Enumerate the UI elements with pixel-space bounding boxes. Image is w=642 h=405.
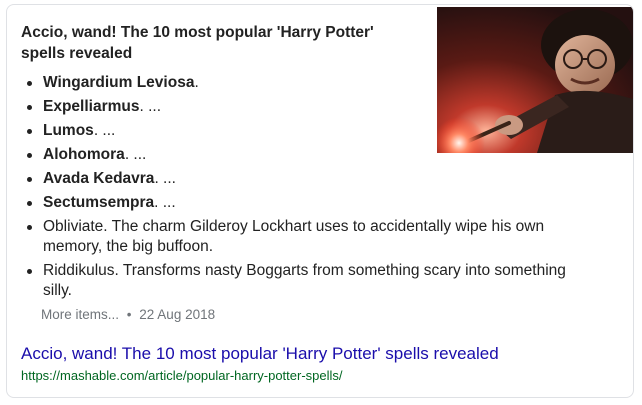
spell-list: Wingardium Leviosa. Expelliarmus. ... Lu… [21,73,581,305]
spell-description: Obliviate. The charm Gilderoy Lockhart u… [43,218,545,255]
result-url[interactable]: https://mashable.com/article/popular-har… [21,367,343,385]
bullet-icon [27,153,32,158]
list-item: Obliviate. The charm Gilderoy Lockhart u… [21,217,581,257]
snippet-date: 22 Aug 2018 [139,307,216,322]
bullet-icon [27,225,32,230]
more-items-link[interactable]: More items... [41,307,119,322]
bullet-icon [27,269,32,274]
spell-suffix: . ... [154,170,176,187]
separator-dot: • [126,307,132,322]
bullet-icon [27,201,32,206]
featured-snippet-card: Accio, wand! The 10 most popular 'Harry … [6,4,634,398]
spell-suffix: . ... [154,194,176,211]
spell-suffix: . ... [124,146,147,163]
spell-name: Expelliarmus [43,98,140,115]
list-item: Alohomora. ... [21,145,581,165]
bullet-icon [27,129,32,134]
list-item: Lumos. ... [21,121,581,141]
spell-name: Sectumsempra [43,194,155,211]
result-title-link[interactable]: Accio, wand! The 10 most popular 'Harry … [21,343,499,365]
snippet-title[interactable]: Accio, wand! The 10 most popular 'Harry … [21,22,421,64]
spell-name: Lumos [43,122,94,139]
spell-name: Alohomora [43,146,125,163]
list-item: Avada Kedavra. ... [21,169,581,189]
spell-name: Wingardium Leviosa [43,74,195,91]
spell-description: Riddikulus. Transforms nasty Boggarts fr… [43,262,566,299]
list-item: Wingardium Leviosa. [21,73,581,93]
list-item: Sectumsempra. ... [21,193,581,213]
more-items-row: More items... • 22 Aug 2018 [41,306,215,324]
bullet-icon [27,81,32,86]
list-item: Expelliarmus. ... [21,97,581,117]
bullet-icon [27,177,32,182]
spell-name: Avada Kedavra [43,170,155,187]
bullet-icon [27,105,32,110]
list-item: Riddikulus. Transforms nasty Boggarts fr… [21,261,581,301]
spell-suffix: . ... [93,122,116,139]
spell-suffix: . [194,74,199,91]
spell-suffix: . ... [139,98,162,115]
